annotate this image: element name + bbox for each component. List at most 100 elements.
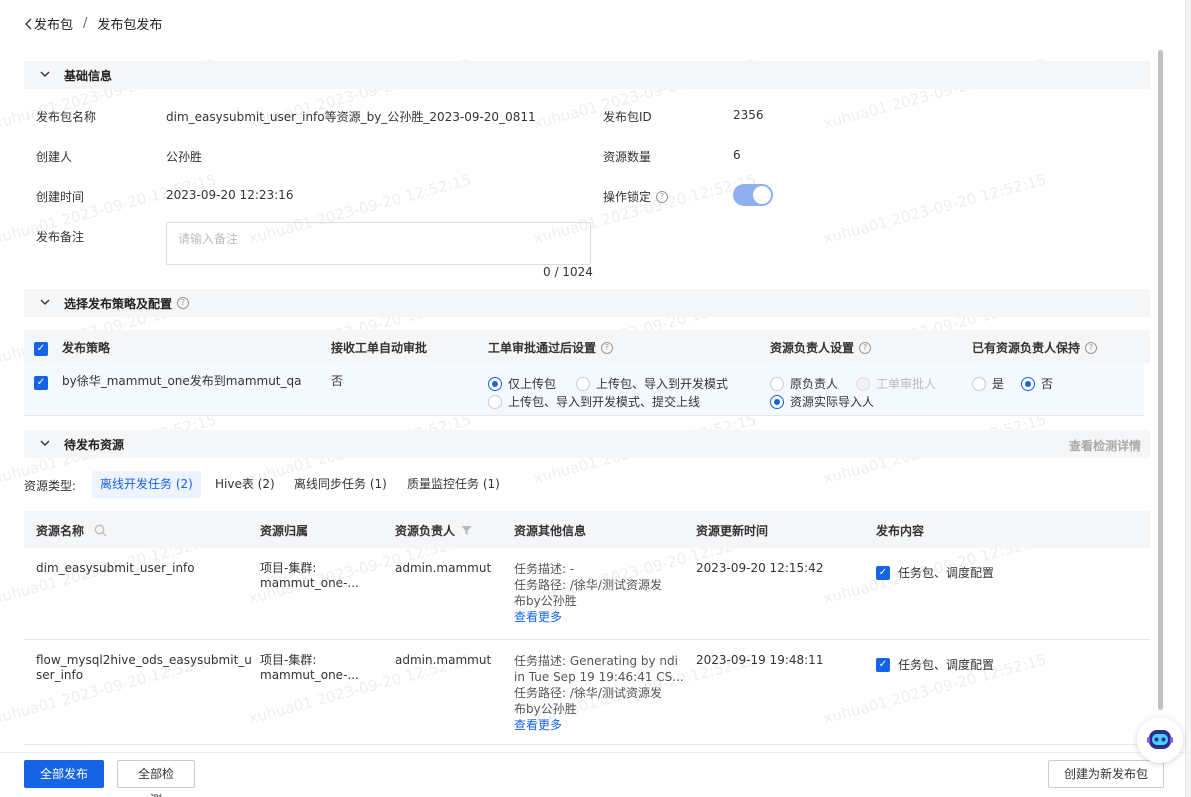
strategy-row-checkbox[interactable]: ✓ — [34, 376, 48, 390]
view-check-details-link[interactable]: 查看检测详情 — [1069, 437, 1141, 454]
check-all-button[interactable]: 全部检测 — [117, 760, 195, 797]
resource-belong-line: 项目-集群: — [260, 653, 317, 667]
help-icon[interactable]: ? — [656, 190, 669, 203]
publish-content-label: 任务包、调度配置 — [898, 658, 995, 672]
filter-icon[interactable] — [461, 525, 472, 536]
resource-owner: admin.mammut — [395, 653, 492, 667]
strategy-policy-name: by徐华_mammut_one发布到mammut_qa — [62, 374, 302, 388]
view-more-link[interactable]: 查看更多 — [514, 717, 684, 733]
col-owner-setting: 资源负责人设置 ? — [770, 339, 872, 356]
radio-keep-no[interactable]: 否 — [1021, 375, 1053, 392]
radio-icon — [488, 376, 502, 391]
scrollbar-thumb[interactable] — [1158, 50, 1163, 710]
watermark: xuhua01 2023-09-20 12:52:15 — [821, 170, 1049, 248]
task-desc: 任务描述: Generating by ndi — [514, 654, 678, 668]
resource-name-line: ser_info — [36, 668, 84, 682]
creator-value: 公孙胜 — [166, 150, 203, 164]
resource-name: flow_mysql2hive_ods_easysubmit_u ser_inf… — [36, 653, 252, 683]
page: xuhua01 2023-09-20 12:52:15 xuhua01 2023… — [0, 0, 1191, 797]
checkbox-icon[interactable]: ✓ — [876, 565, 890, 580]
radio-ticket-approver: 工单审批人 — [856, 375, 936, 392]
toggle-knob — [753, 186, 771, 204]
strategy-auto-approve: 否 — [331, 374, 344, 388]
col-owner-setting-text: 资源负责人设置 — [770, 341, 855, 355]
resource-updated-time: 2023-09-19 19:48:11 — [696, 653, 824, 667]
task-path: 任务路径: /徐华/测试资源发 — [514, 686, 662, 700]
task-path: 任务路径: /徐华/测试资源发 — [514, 578, 662, 592]
resource-belong-line: mammut_one-... — [260, 576, 359, 590]
select-all-checkbox[interactable]: ✓ — [34, 342, 48, 356]
radio-upload-import-dev[interactable]: 上传包、导入到开发模式 — [576, 375, 728, 392]
radio-upload-import-submit[interactable]: 上传包、导入到开发模式、提交上线 — [488, 393, 700, 410]
col-after-approve-text: 工单审批通过后设置 — [488, 341, 597, 355]
remark-counter: 0 / 1024 — [543, 265, 593, 279]
radio-icon — [488, 394, 502, 409]
radio-label: 原负责人 — [790, 377, 839, 391]
footer-divider — [0, 752, 1191, 753]
chevron-down-icon — [40, 439, 50, 450]
publish-content: ✓ 任务包、调度配置 — [876, 656, 994, 673]
operation-lock-text: 操作锁定 — [603, 190, 652, 204]
section-strategy-header[interactable]: 选择发布策略及配置 ? — [24, 289, 1150, 317]
tab-offline-dev-task[interactable]: 离线开发任务 (2) — [92, 471, 201, 498]
help-icon[interactable]: ? — [601, 341, 614, 354]
radio-icon — [770, 376, 784, 391]
breadcrumb-current: 发布包发布 — [97, 18, 163, 33]
section-pending-header[interactable]: 待发布资源 — [24, 430, 1150, 458]
col-keep-owner: 已有资源负责人保持 ? — [972, 339, 1098, 356]
radio-icon — [1021, 376, 1035, 391]
radio-label: 是 — [992, 377, 1005, 391]
tab-quality-monitor-task[interactable]: 质量监控任务 (1) — [399, 471, 508, 498]
search-icon[interactable] — [94, 524, 107, 537]
publish-all-button[interactable]: 全部发布 — [24, 760, 104, 788]
robot-icon — [1147, 730, 1173, 749]
remark-placeholder: 请输入备注 — [178, 232, 239, 246]
radio-label: 仅上传包 — [508, 377, 557, 391]
assistant-robot-button[interactable] — [1137, 717, 1183, 763]
help-icon[interactable]: ? — [1085, 341, 1098, 354]
radio-icon — [856, 376, 870, 391]
radio-upload-only[interactable]: 仅上传包 — [488, 375, 556, 392]
publish-content-label: 任务包、调度配置 — [898, 566, 995, 580]
task-path: 布by公孙胜 — [514, 702, 577, 716]
view-more-link[interactable]: 查看更多 — [514, 609, 662, 625]
radio-keep-yes[interactable]: 是 — [972, 375, 1004, 392]
strategy-table-header: ✓ 发布策略 接收工单自动审批 工单审批通过后设置 ? 资源负责人设置 ? 已有… — [24, 330, 1150, 363]
resource-belong-line: mammut_one-... — [260, 668, 359, 682]
col-resource-name: 资源名称 — [36, 522, 107, 539]
col-publish-content: 发布内容 — [876, 524, 925, 538]
col-keep-owner-text: 已有资源负责人保持 — [972, 341, 1081, 355]
remark-label: 发布备注 — [36, 230, 85, 244]
checkbox-icon[interactable]: ✓ — [876, 657, 890, 672]
window-edge — [1185, 0, 1191, 797]
col-resource-owner-text: 资源负责人 — [395, 524, 456, 538]
radio-label: 上传包、导入到开发模式 — [596, 377, 729, 391]
tab-offline-sync-task[interactable]: 离线同步任务 (1) — [286, 471, 395, 498]
resource-other-info: 任务描述: - 任务路径: /徐华/测试资源发 布by公孙胜 查看更多 — [514, 561, 662, 625]
creator-label: 创建人 — [36, 150, 73, 164]
tab-hive-table[interactable]: Hive表 (2) — [207, 471, 283, 498]
radio-original-owner[interactable]: 原负责人 — [770, 375, 838, 392]
col-policy: 发布策略 — [62, 341, 111, 355]
radio-icon — [576, 376, 590, 391]
resource-other-info: 任务描述: Generating by ndi in Tue Sep 19 19… — [514, 653, 684, 733]
operation-lock-toggle[interactable] — [733, 184, 773, 206]
remark-textarea[interactable]: 请输入备注 — [166, 222, 591, 265]
section-title: 待发布资源 — [64, 437, 125, 452]
resource-table-header: 资源名称 资源归属 资源负责人 资源其他信息 资源更新时间 发布内容 — [24, 511, 1150, 548]
help-icon[interactable]: ? — [859, 341, 872, 354]
section-basic-info-header[interactable]: 基础信息 — [24, 61, 1150, 89]
strategy-row[interactable]: ✓ by徐华_mammut_one发布到mammut_qa 否 仅上传包 上传包… — [24, 363, 1144, 416]
col-resource-other-info: 资源其他信息 — [514, 524, 587, 538]
package-id-label: 发布包ID — [603, 110, 652, 124]
breadcrumb-back-link[interactable]: 发布包 — [24, 14, 73, 33]
created-time-label: 创建时间 — [36, 190, 85, 204]
resource-belong: 项目-集群: mammut_one-... — [260, 561, 359, 591]
breadcrumb-separator: / — [83, 16, 88, 31]
radio-actual-importer[interactable]: 资源实际导入人 — [770, 393, 874, 410]
task-desc: 任务描述: - — [514, 562, 575, 576]
col-resource-updated: 资源更新时间 — [696, 524, 769, 538]
help-icon[interactable]: ? — [177, 297, 190, 309]
section-title: 基础信息 — [64, 68, 113, 83]
create-new-package-button[interactable]: 创建为新发布包 — [1048, 760, 1164, 788]
